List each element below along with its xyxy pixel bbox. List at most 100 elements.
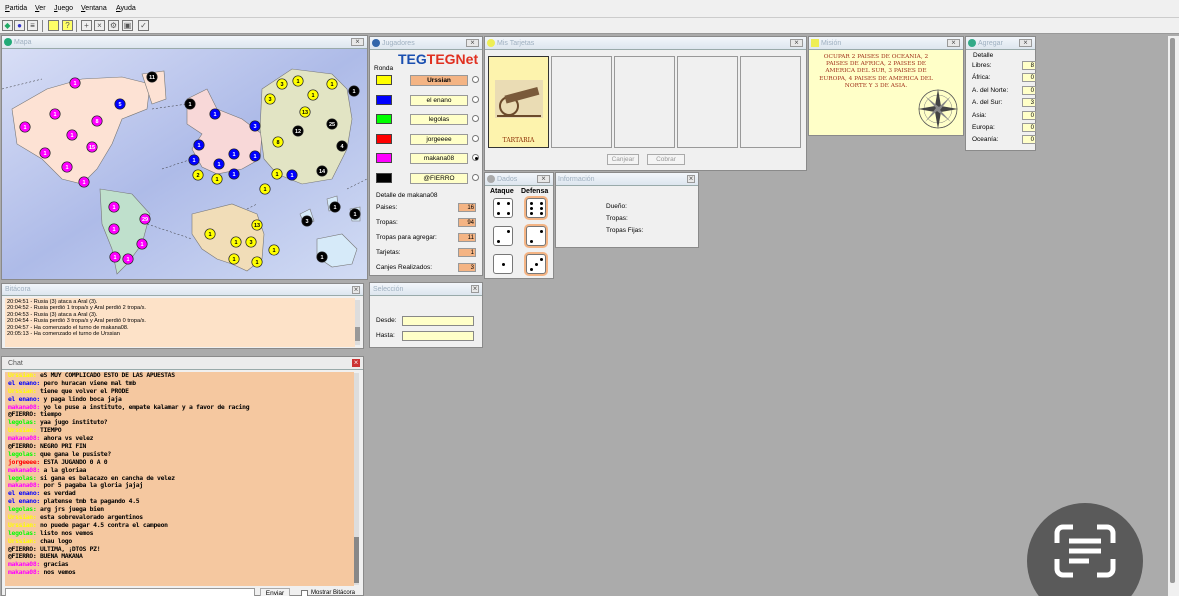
add-row-value: 0 [1022, 135, 1036, 145]
lens-button[interactable] [1027, 503, 1143, 596]
army-count: 1 [188, 102, 191, 108]
exchange-button[interactable]: Canjear [607, 154, 639, 165]
player-radio[interactable] [472, 134, 479, 142]
add-icon[interactable]: + [81, 20, 92, 31]
chat-text: yo le puse a instituto, empate kalamar y… [43, 402, 250, 411]
detail-value: 11 [458, 233, 476, 242]
close-icon[interactable]: ⨯ [466, 39, 479, 47]
connect-icon[interactable]: ● [14, 20, 25, 31]
chat-user: Urssian [8, 513, 33, 522]
menu-juego[interactable]: Juego [54, 5, 73, 12]
detail-label: Canjes Realizados: [376, 264, 433, 271]
army-count: 1 [70, 133, 73, 139]
chat-scrollbar[interactable] [354, 373, 359, 585]
close-icon[interactable]: ⨯ [537, 175, 550, 183]
chat-text: por 5 pagaba la gloria jajaj [43, 481, 144, 490]
card-tartaria[interactable]: TARTARIA [488, 56, 549, 148]
chat-text: arg jrs juega bien [39, 505, 104, 514]
card-name: TARTARIA [502, 137, 535, 144]
player-color-swatch [376, 172, 392, 183]
player-radio[interactable] [472, 115, 479, 122]
player-color-swatch [376, 133, 392, 144]
menu-partida[interactable]: Partida [5, 5, 27, 12]
chat-window-title: Chat [8, 360, 23, 367]
menu-ver[interactable]: Ver [35, 5, 46, 12]
to-field[interactable] [402, 331, 474, 341]
chat-text: chau logo [39, 536, 72, 545]
chat-separator: : [32, 449, 40, 458]
player-radio[interactable] [472, 95, 479, 103]
close-icon[interactable]: ⨯ [352, 286, 360, 294]
log-window-titlebar: Bitácora ⨯ [2, 284, 363, 296]
die-pip [497, 212, 500, 215]
die-pip [540, 207, 543, 210]
army-count: 1 [213, 112, 216, 118]
army-count: 1 [320, 255, 323, 261]
army-count: 1 [296, 79, 299, 85]
world-map[interactable]: 1115811115111129111 111113111211 1 113 11113… [2, 49, 367, 279]
list-icon[interactable]: ≡ [27, 20, 38, 31]
attack-die-1 [493, 254, 513, 274]
chat-text: platense tmb ta pagando 4.5 [43, 497, 140, 506]
new-game-icon[interactable]: ◆ [2, 20, 13, 31]
chat-text: ahora vs velez [43, 434, 94, 443]
close-icon[interactable]: ⨯ [351, 38, 364, 46]
army-count: 3 [305, 219, 308, 225]
player-color-swatch [376, 94, 392, 105]
check-icon[interactable]: ✓ [138, 20, 149, 31]
chat-separator: : [32, 473, 40, 482]
collect-button[interactable]: Cobrar [647, 154, 685, 165]
menu-ayuda[interactable]: Ayuda [116, 5, 136, 12]
show-log-label: Mostrar Bitácora [311, 590, 356, 596]
chat-text: gracias [43, 560, 69, 569]
army-count: 1 [232, 152, 235, 158]
scan-text-icon [1054, 524, 1116, 578]
chat-user: makana08 [8, 434, 37, 443]
card-icon[interactable] [48, 20, 59, 31]
chat-user: legolas [8, 473, 33, 482]
card-icon [487, 39, 495, 47]
die-pip [507, 202, 510, 205]
detail-row: Tropas: 94 [376, 218, 476, 228]
die-pip [497, 240, 500, 243]
chat-text: si gana es balacazo en cancha de velez [39, 473, 175, 482]
die-pip [540, 230, 543, 233]
close-icon[interactable]: ⨯ [352, 359, 360, 367]
close-icon[interactable]: ⨯ [1019, 39, 1032, 47]
close-icon[interactable]: ⨯ [471, 285, 479, 293]
add-row-label: Asia: [972, 111, 987, 119]
show-log-checkbox[interactable] [301, 590, 308, 596]
player-radio[interactable] [472, 76, 479, 83]
cancel-icon[interactable]: × [94, 20, 105, 31]
send-button[interactable]: Enviar [260, 588, 290, 596]
close-icon[interactable]: ⨯ [790, 39, 803, 47]
asia[interactable] [259, 68, 353, 185]
die-pip [530, 202, 533, 205]
settings-icon[interactable]: ⚙ [108, 20, 119, 31]
menu-ventana[interactable]: Ventana [81, 5, 107, 12]
chat-user: @FIERRO [8, 544, 33, 553]
army-count: 1 [113, 255, 116, 261]
defense-label: Defensa [521, 188, 549, 195]
close-icon[interactable]: ⨯ [687, 175, 695, 183]
chat-separator: : [36, 465, 44, 474]
detail-value: 94 [458, 218, 476, 227]
main-scrollbar[interactable] [1168, 36, 1179, 596]
toolbar: ◆ ● ≡ ? + × ⚙ ▣ ✓ [0, 18, 1179, 34]
from-field[interactable] [402, 316, 474, 326]
player-radio[interactable] [472, 154, 479, 161]
army-count: 15 [89, 145, 95, 151]
add-row-value: 8 [1022, 61, 1036, 70]
player-radio[interactable] [472, 173, 479, 181]
chat-text: ULTIMA, ¡DTOS PZ! [39, 544, 101, 553]
map-window-title: Mapa [14, 39, 32, 46]
chat-text: es verdad [43, 489, 76, 498]
help-icon[interactable]: ? [62, 20, 73, 31]
add-row-label: Oceanía: [972, 136, 999, 144]
chat-input[interactable] [5, 588, 255, 596]
chat-user: makana08 [8, 481, 37, 490]
log-scrollbar[interactable] [355, 300, 360, 345]
close-icon[interactable]: ⨯ [947, 39, 960, 47]
army-count: 11 [149, 75, 155, 81]
copy-icon[interactable]: ▣ [122, 20, 133, 31]
